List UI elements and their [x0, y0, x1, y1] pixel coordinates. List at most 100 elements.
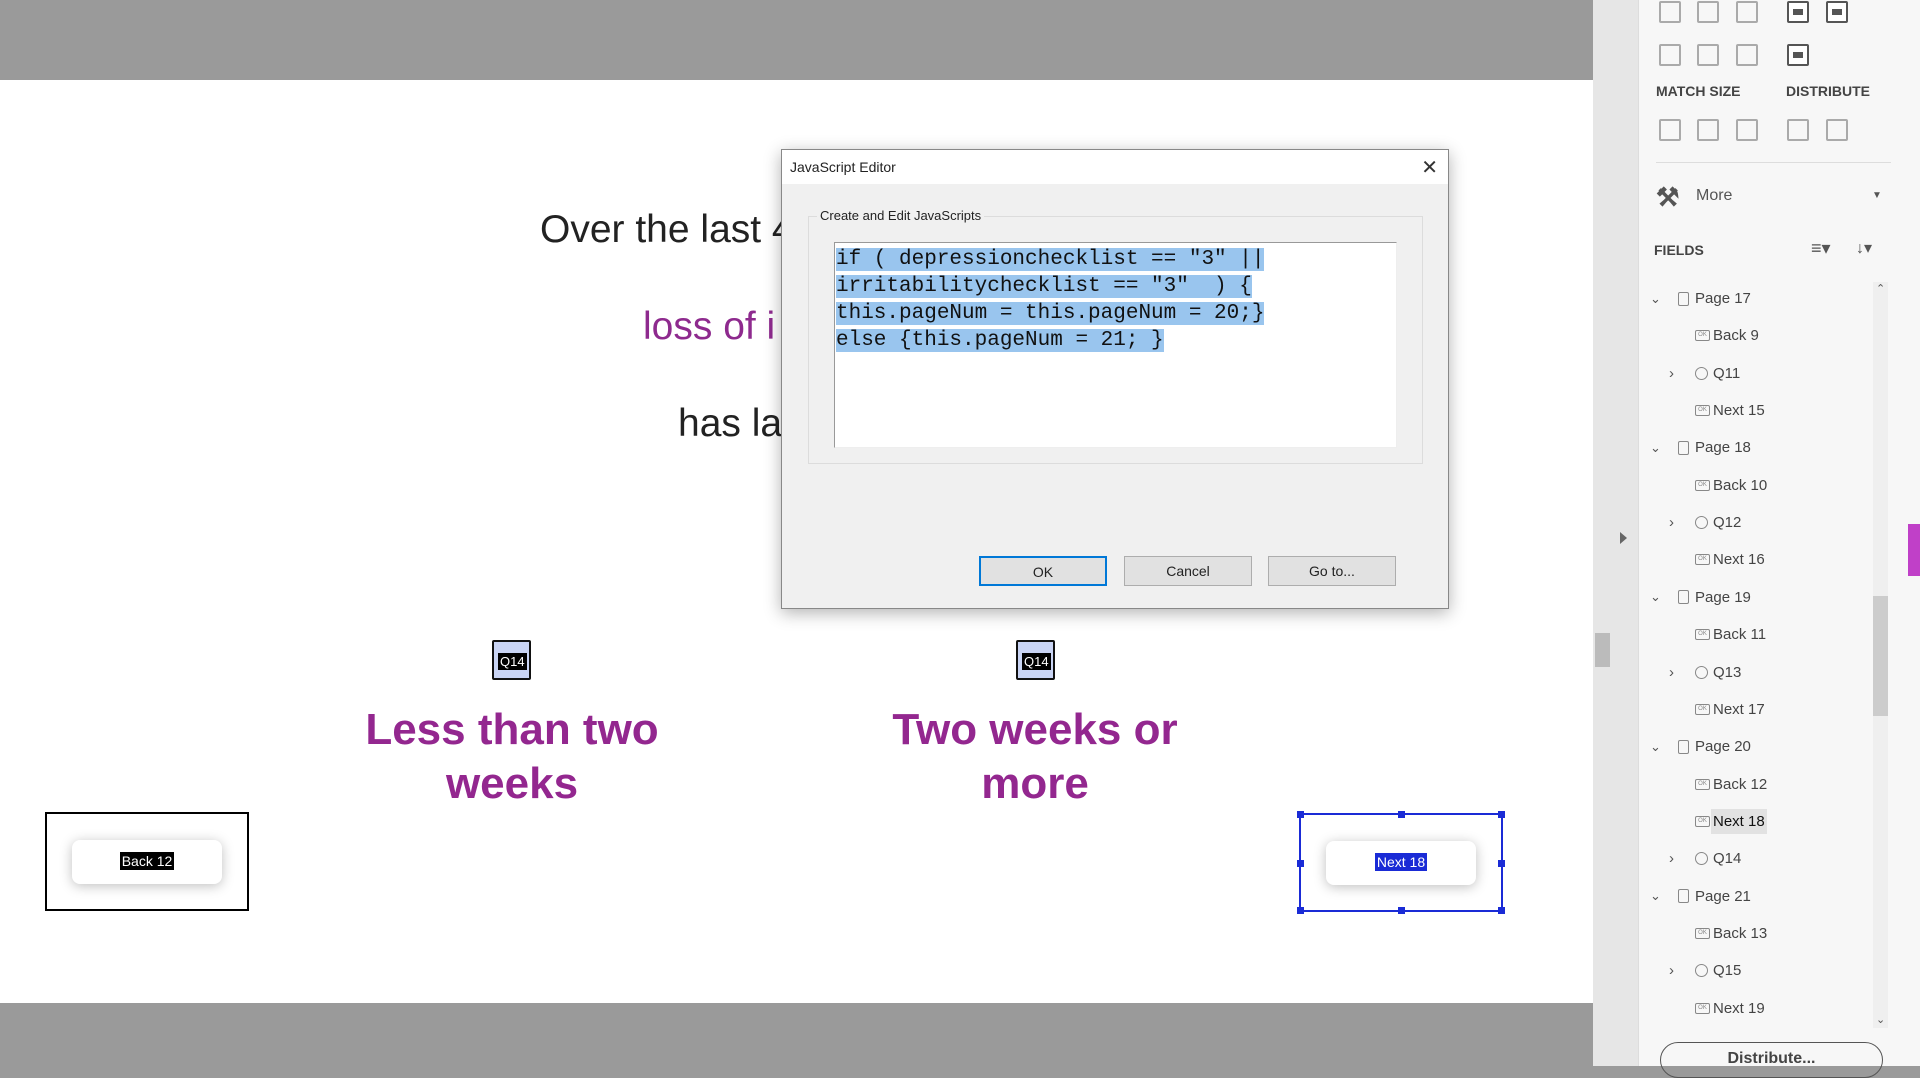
tree-item-button[interactable]: OK Next 16 — [1645, 541, 1865, 578]
chevron-down-icon[interactable]: ⌄ — [1650, 291, 1661, 307]
align-right-icon[interactable] — [1736, 1, 1758, 23]
dialog-title-bar: JavaScript Editor — [782, 150, 1448, 184]
tree-item-radio[interactable]: › Q13 — [1645, 654, 1865, 691]
tree-item-radio[interactable]: › Q15 — [1645, 952, 1865, 989]
tools-icon: ⚒ — [1656, 182, 1680, 212]
tree-item-radio[interactable]: › Q14 — [1645, 840, 1865, 877]
distribute-vertical-icon[interactable] — [1826, 119, 1848, 141]
button-field-icon: OK — [1695, 554, 1710, 566]
resize-handle[interactable] — [1297, 811, 1304, 818]
tree-item-button[interactable]: OK Back 11 — [1645, 616, 1865, 653]
center-vertical-icon[interactable] — [1787, 44, 1809, 66]
page-icon — [1678, 739, 1689, 754]
tree-item-label: Q11 — [1713, 364, 1741, 382]
align-left-icon[interactable] — [1659, 1, 1681, 23]
fields-scrollbar-thumb[interactable] — [1873, 596, 1888, 716]
tree-item-page[interactable]: ⌄ Page 19 — [1645, 579, 1865, 616]
expand-panel-arrow-icon[interactable] — [1620, 532, 1627, 544]
match-width-icon[interactable] — [1659, 119, 1681, 141]
button-field-icon: OK — [1695, 703, 1710, 715]
chevron-right-icon[interactable]: › — [1669, 365, 1674, 382]
button-field-icon: OK — [1695, 927, 1710, 939]
radio-group-icon — [1695, 665, 1708, 679]
chevron-right-icon[interactable]: › — [1669, 962, 1674, 979]
q14-radio-field-1[interactable]: Q14 — [492, 640, 531, 680]
chevron-down-icon[interactable]: ⌄ — [1650, 888, 1661, 904]
code-line: irritabilitychecklist == "3" ) { — [836, 275, 1252, 298]
chevron-right-icon[interactable]: › — [1669, 514, 1674, 531]
goto-button[interactable]: Go to... — [1268, 556, 1396, 586]
tree-item-radio[interactable]: › Q12 — [1645, 504, 1865, 541]
javascript-editor-dialog: JavaScript Editor ✕ Create and Edit Java… — [781, 149, 1449, 609]
scroll-down-icon[interactable]: ⌄ — [1876, 1013, 1885, 1026]
next-18-field-selected[interactable]: Next 18 — [1297, 811, 1505, 914]
javascript-code-textarea[interactable]: if ( depressionchecklist == "3" || irrit… — [834, 242, 1397, 448]
back-12-button[interactable]: Back 12 — [72, 840, 222, 884]
chevron-down-icon[interactable]: ⌄ — [1650, 589, 1661, 605]
chevron-right-icon[interactable]: › — [1669, 850, 1674, 867]
resize-handle[interactable] — [1498, 907, 1505, 914]
more-dropdown-icon[interactable]: ▼ — [1872, 190, 1882, 201]
more-button[interactable]: More — [1696, 187, 1732, 205]
button-label: Back 12 — [119, 852, 175, 870]
tree-item-button[interactable]: OK Next 18 — [1645, 803, 1865, 840]
sort-order-icon[interactable]: ≡▾ — [1811, 238, 1831, 259]
match-both-icon[interactable] — [1736, 119, 1758, 141]
tree-item-label: Back 13 — [1713, 924, 1768, 942]
sort-alpha-icon[interactable]: ↓▾ — [1856, 238, 1872, 258]
tree-item-button[interactable]: OK Back 12 — [1645, 766, 1865, 803]
chevron-right-icon[interactable]: › — [1669, 664, 1674, 681]
tree-item-button[interactable]: OK Next 15 — [1645, 392, 1865, 429]
chevron-down-icon[interactable]: ⌄ — [1650, 739, 1661, 755]
resize-handle[interactable] — [1498, 811, 1505, 818]
next-18-button[interactable]: Next 18 — [1326, 841, 1476, 885]
fields-scrollbar[interactable]: ⌃ ⌄ — [1873, 282, 1888, 1028]
chevron-down-icon[interactable]: ⌄ — [1650, 440, 1661, 456]
resize-handle[interactable] — [1297, 907, 1304, 914]
button-field-icon: OK — [1695, 629, 1710, 641]
code-line: if ( depressionchecklist == "3" || — [836, 248, 1265, 271]
radio-label: Q14 — [1022, 653, 1051, 670]
align-middle-icon[interactable] — [1697, 44, 1719, 66]
tree-item-button[interactable]: OK Back 10 — [1645, 467, 1865, 504]
resize-handle[interactable] — [1398, 907, 1405, 914]
align-bottom-icon[interactable] — [1736, 44, 1758, 66]
radio-group-icon — [1695, 516, 1708, 530]
align-center-icon[interactable] — [1697, 1, 1719, 23]
back-12-field[interactable]: Back 12 — [45, 812, 249, 911]
distribute-button[interactable]: Distribute... — [1660, 1042, 1883, 1078]
button-field-icon: OK — [1695, 778, 1710, 790]
center-horizontal-icon[interactable] — [1787, 1, 1809, 23]
cancel-button[interactable]: Cancel — [1124, 556, 1252, 586]
match-height-icon[interactable] — [1697, 119, 1719, 141]
tree-item-label: Next 15 — [1713, 402, 1765, 420]
tree-item-page[interactable]: ⌄ Page 17 — [1645, 280, 1865, 317]
tree-item-page[interactable]: ⌄ Page 21 — [1645, 878, 1865, 915]
align-top-icon[interactable] — [1659, 44, 1681, 66]
document-scrollbar[interactable] — [1593, 0, 1638, 1066]
tree-item-page[interactable]: ⌄ Page 20 — [1645, 728, 1865, 765]
code-line: this.pageNum = this.pageNum = 20;} — [836, 302, 1265, 325]
resize-handle[interactable] — [1498, 860, 1505, 867]
ok-button[interactable]: OK — [979, 556, 1107, 586]
center-both-icon[interactable] — [1826, 1, 1848, 23]
dialog-title: JavaScript Editor — [790, 159, 896, 175]
resize-handle[interactable] — [1398, 811, 1405, 818]
tree-item-button[interactable]: OK Back 9 — [1645, 317, 1865, 354]
tree-item-label: Back 10 — [1713, 476, 1768, 494]
scroll-up-icon[interactable]: ⌃ — [1876, 282, 1885, 295]
tree-item-radio[interactable]: › Q11 — [1645, 355, 1865, 392]
tree-item-button[interactable]: OK Next 19 — [1645, 990, 1865, 1027]
resize-handle[interactable] — [1297, 860, 1304, 867]
tree-item-button[interactable]: OK Next 17 — [1645, 691, 1865, 728]
tree-item-button[interactable]: OK Back 13 — [1645, 915, 1865, 952]
close-icon[interactable]: ✕ — [1421, 155, 1438, 180]
scrollbar-thumb[interactable] — [1595, 633, 1610, 667]
tree-item-page[interactable]: ⌄ Page 18 — [1645, 429, 1865, 466]
fields-label: FIELDS — [1654, 242, 1704, 258]
side-tab-indicator[interactable] — [1908, 524, 1920, 576]
page-icon — [1678, 889, 1689, 904]
distribute-horizontal-icon[interactable] — [1787, 119, 1809, 141]
q14-radio-field-2[interactable]: Q14 — [1016, 640, 1055, 680]
option-two-weeks-or-more: Two weeks or more — [892, 705, 1178, 808]
